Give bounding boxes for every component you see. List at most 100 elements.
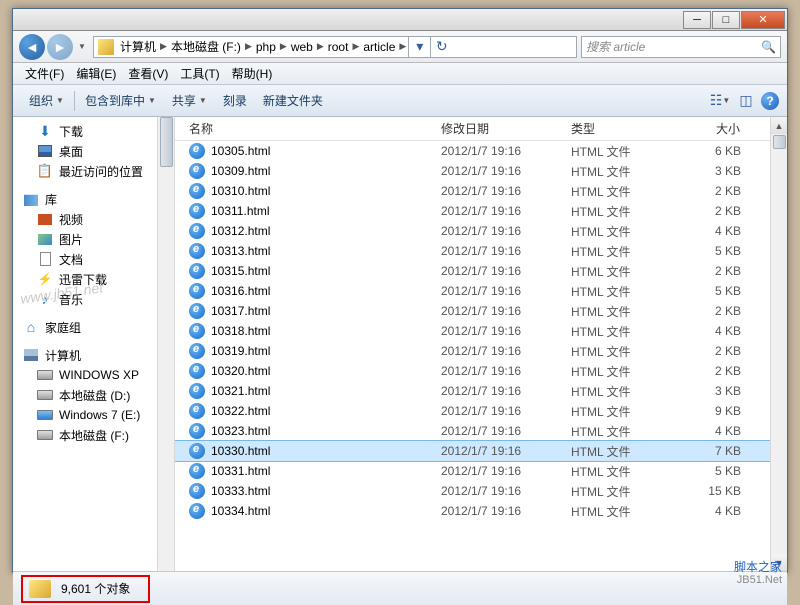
file-row[interactable]: 10322.html2012/1/7 19:16HTML 文件9 KB	[175, 401, 787, 421]
sidebar-item-drive-d[interactable]: 本地磁盘 (D:)	[13, 385, 158, 405]
menu-view[interactable]: 查看(V)	[122, 63, 174, 84]
breadcrumb[interactable]: root	[326, 40, 351, 54]
address-dropdown[interactable]: ▾	[408, 36, 430, 58]
organize-button[interactable]: 组织▼	[21, 88, 72, 113]
file-row[interactable]: 10333.html2012/1/7 19:16HTML 文件15 KB	[175, 481, 787, 501]
search-input[interactable]: 搜索 article 🔍	[581, 36, 781, 58]
chevron-right-icon[interactable]: ▶	[243, 41, 254, 52]
file-row[interactable]: 10315.html2012/1/7 19:16HTML 文件2 KB	[175, 261, 787, 281]
file-row[interactable]: 10319.html2012/1/7 19:16HTML 文件2 KB	[175, 341, 787, 361]
file-row[interactable]: 10318.html2012/1/7 19:16HTML 文件4 KB	[175, 321, 787, 341]
file-row[interactable]: 10310.html2012/1/7 19:16HTML 文件2 KB	[175, 181, 787, 201]
file-list[interactable]: 10305.html2012/1/7 19:16HTML 文件6 KB10309…	[175, 141, 787, 571]
file-size-cell: 3 KB	[683, 164, 749, 178]
menu-help[interactable]: 帮助(H)	[226, 63, 279, 84]
file-date-cell: 2012/1/7 19:16	[433, 284, 563, 298]
file-name-cell: 10320.html	[181, 363, 433, 379]
file-date-cell: 2012/1/7 19:16	[433, 304, 563, 318]
menu-file[interactable]: 文件(F)	[19, 63, 70, 84]
file-row[interactable]: 10321.html2012/1/7 19:16HTML 文件3 KB	[175, 381, 787, 401]
file-row[interactable]: 10331.html2012/1/7 19:16HTML 文件5 KB	[175, 461, 787, 481]
html-file-icon	[189, 403, 205, 419]
sidebar-item-video[interactable]: 视频	[13, 209, 158, 229]
file-date-cell: 2012/1/7 19:16	[433, 424, 563, 438]
scroll-up-button[interactable]: ▲	[771, 117, 787, 134]
sidebar-item-recent[interactable]: 📋最近访问的位置	[13, 161, 158, 181]
close-button[interactable]: ✕	[741, 11, 785, 29]
sidebar-item-drive-c[interactable]: WINDOWS XP	[13, 365, 158, 385]
file-row[interactable]: 10312.html2012/1/7 19:16HTML 文件4 KB	[175, 221, 787, 241]
file-row[interactable]: 10305.html2012/1/7 19:16HTML 文件6 KB	[175, 141, 787, 161]
file-row[interactable]: 10323.html2012/1/7 19:16HTML 文件4 KB	[175, 421, 787, 441]
sidebar-item-downloads[interactable]: ⬇下载	[13, 121, 158, 141]
column-header-date[interactable]: 修改日期	[433, 117, 563, 140]
chevron-right-icon[interactable]: ▶	[278, 41, 289, 52]
sidebar-item-computer[interactable]: 计算机	[13, 345, 158, 365]
file-row[interactable]: 10330.html2012/1/7 19:16HTML 文件7 KB	[175, 441, 787, 461]
breadcrumb[interactable]: 计算机	[118, 38, 158, 55]
help-button[interactable]: ?	[761, 92, 779, 110]
address-bar[interactable]: 计算机▶ 本地磁盘 (F:)▶ php▶ web▶ root▶ article▶…	[93, 36, 577, 58]
preview-pane-button[interactable]: ◫	[735, 91, 757, 111]
scrollbar-thumb[interactable]	[160, 117, 173, 167]
file-row[interactable]: 10320.html2012/1/7 19:16HTML 文件2 KB	[175, 361, 787, 381]
maximize-button[interactable]: □	[712, 11, 740, 29]
file-name-cell: 10312.html	[181, 223, 433, 239]
chevron-right-icon[interactable]: ▶	[158, 41, 169, 52]
file-row[interactable]: 10313.html2012/1/7 19:16HTML 文件5 KB	[175, 241, 787, 261]
column-headers: 名称 修改日期 类型 大小	[175, 117, 787, 141]
html-file-icon	[189, 483, 205, 499]
file-row[interactable]: 10311.html2012/1/7 19:16HTML 文件2 KB	[175, 201, 787, 221]
file-row[interactable]: 10334.html2012/1/7 19:16HTML 文件4 KB	[175, 501, 787, 521]
breadcrumb[interactable]: php	[254, 40, 278, 54]
titlebar[interactable]: ─ □ ✕	[13, 9, 787, 31]
html-file-icon	[189, 263, 205, 279]
sidebar-item-documents[interactable]: 文档	[13, 249, 158, 269]
video-icon	[37, 211, 53, 227]
search-icon[interactable]: 🔍	[761, 40, 776, 54]
view-options-button[interactable]: ☷ ▼	[709, 91, 731, 111]
file-type-cell: HTML 文件	[563, 483, 683, 500]
menu-tools[interactable]: 工具(T)	[174, 63, 225, 84]
file-size-cell: 7 KB	[683, 444, 749, 458]
burn-button[interactable]: 刻录	[215, 88, 255, 113]
html-file-icon	[189, 243, 205, 259]
include-in-library-button[interactable]: 包含到库中▼	[77, 88, 164, 113]
chevron-right-icon[interactable]: ▶	[397, 41, 408, 52]
breadcrumb[interactable]: 本地磁盘 (F:)	[169, 38, 243, 55]
sidebar-item-homegroup[interactable]: ⌂家庭组	[13, 317, 158, 337]
file-date-cell: 2012/1/7 19:16	[433, 224, 563, 238]
chevron-right-icon[interactable]: ▶	[315, 41, 326, 52]
share-button[interactable]: 共享▼	[164, 88, 215, 113]
column-header-type[interactable]: 类型	[563, 117, 683, 140]
sidebar-item-libraries[interactable]: 库	[13, 189, 158, 209]
refresh-button[interactable]: ↻	[430, 36, 452, 58]
history-dropdown[interactable]: ▼	[75, 42, 89, 51]
sidebar-item-pictures[interactable]: 图片	[13, 229, 158, 249]
sidebar-item-thunder[interactable]: ⚡迅雷下载	[13, 269, 158, 289]
file-row[interactable]: 10316.html2012/1/7 19:16HTML 文件5 KB	[175, 281, 787, 301]
sidebar-item-drive-f[interactable]: 本地磁盘 (F:)	[13, 425, 158, 445]
file-scrollbar[interactable]: ▲ ▼	[770, 117, 787, 571]
file-date-cell: 2012/1/7 19:16	[433, 404, 563, 418]
sidebar-scrollbar[interactable]	[157, 117, 174, 571]
file-row[interactable]: 10317.html2012/1/7 19:16HTML 文件2 KB	[175, 301, 787, 321]
chevron-right-icon[interactable]: ▶	[350, 41, 361, 52]
breadcrumb[interactable]: article	[361, 40, 397, 54]
minimize-button[interactable]: ─	[683, 11, 711, 29]
back-button[interactable]: ◄	[19, 34, 45, 60]
sidebar-item-drive-e[interactable]: Windows 7 (E:)	[13, 405, 158, 425]
new-folder-button[interactable]: 新建文件夹	[255, 88, 331, 113]
scrollbar-thumb[interactable]	[773, 135, 786, 149]
menu-edit[interactable]: 编辑(E)	[70, 63, 122, 84]
breadcrumb[interactable]: web	[289, 40, 315, 54]
column-header-size[interactable]: 大小	[683, 117, 749, 140]
column-header-name[interactable]: 名称	[181, 117, 433, 140]
forward-button[interactable]: ►	[47, 34, 73, 60]
file-type-cell: HTML 文件	[563, 243, 683, 260]
sidebar-item-desktop[interactable]: 桌面	[13, 141, 158, 161]
sidebar-item-music[interactable]: ♪音乐	[13, 289, 158, 309]
file-name-cell: 10331.html	[181, 463, 433, 479]
file-type-cell: HTML 文件	[563, 303, 683, 320]
file-row[interactable]: 10309.html2012/1/7 19:16HTML 文件3 KB	[175, 161, 787, 181]
